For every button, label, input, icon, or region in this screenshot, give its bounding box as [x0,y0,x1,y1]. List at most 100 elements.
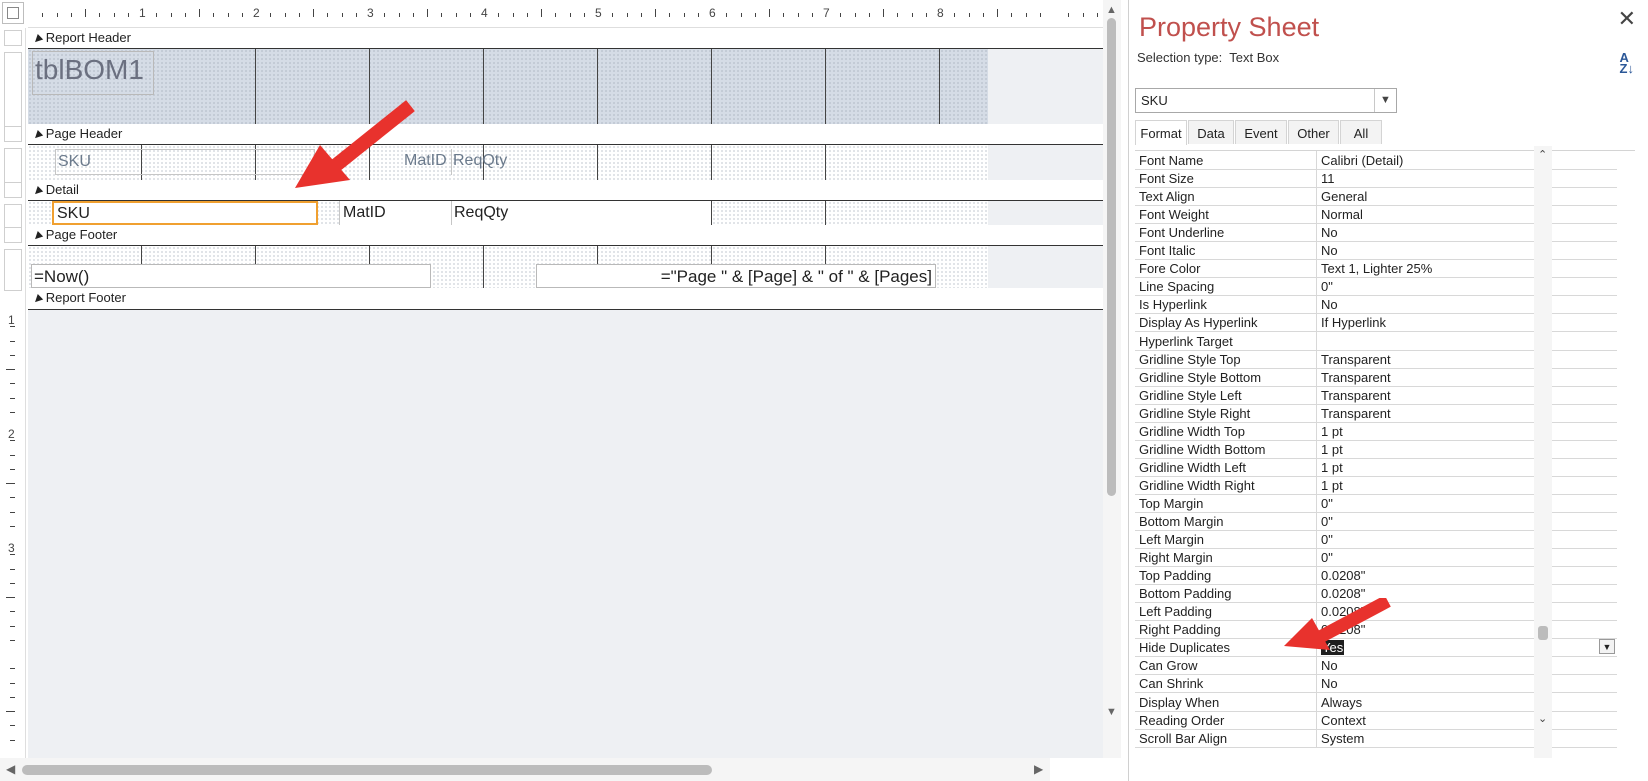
horizontal-scrollbar[interactable]: ◀ ▶ [0,758,1050,781]
tab-all[interactable]: All [1340,120,1382,144]
property-value[interactable]: No [1318,223,1617,241]
band-selector[interactable] [4,52,22,127]
vertical-scrollbar[interactable]: ▲ ▼ [1103,0,1121,758]
property-value[interactable]: 1 pt [1318,476,1617,494]
ruler-tick [925,13,927,17]
close-icon[interactable]: ✕ [1618,6,1636,32]
band-selector[interactable] [4,249,22,291]
property-value[interactable]: Context [1318,711,1617,729]
detail-sku-textbox[interactable]: SKU [52,201,318,225]
ruler-number: 4 [481,6,488,20]
property-value[interactable]: Transparent [1318,368,1617,386]
band-bar-page-footer[interactable]: ◀Page Footer [28,225,1103,246]
property-value[interactable]: No [1318,656,1617,674]
band-selector[interactable] [4,148,22,183]
scroll-up-icon[interactable]: ▲ [1106,4,1117,16]
ruler-tick [1096,13,1098,17]
vertical-ruler[interactable]: 1 2 3 [0,28,26,758]
property-grid-scrollbar[interactable]: ⌃ ⌄ [1534,146,1552,758]
report-selector[interactable] [2,2,24,24]
property-value[interactable]: 0" [1318,494,1617,512]
property-value[interactable]: General [1318,187,1617,205]
property-value[interactable]: 1 pt [1318,422,1617,440]
band-selector[interactable] [4,126,22,142]
property-value[interactable]: If Hyperlink [1318,313,1617,331]
property-value[interactable]: 0" [1318,277,1617,295]
property-value[interactable]: 0.0208" [1318,584,1617,602]
band-bar-report-header[interactable]: ◀Report Header [28,28,1103,49]
tab-format[interactable]: Format [1135,120,1187,145]
scroll-down-icon[interactable]: ▼ [1106,706,1117,718]
band-page-header[interactable]: SKU MatID ReqQty [28,145,988,180]
page-footer-now-textbox[interactable]: =Now() [31,264,431,288]
property-value[interactable]: Transparent [1318,404,1617,422]
chevron-up-icon[interactable]: ⌃ [1538,148,1547,161]
band-arrow-icon: ◀ [31,184,45,199]
property-value[interactable]: 0.0208" [1318,566,1617,584]
page-header-sku-label[interactable]: SKU [55,149,315,175]
tab-event[interactable]: Event [1235,120,1287,144]
vertical-scroll-thumb[interactable] [1107,18,1116,496]
property-value[interactable]: 1 pt [1318,440,1617,458]
property-value[interactable]: Normal [1318,205,1617,223]
property-value[interactable]: 0" [1318,512,1617,530]
property-value[interactable]: No [1318,295,1617,313]
tab-other[interactable]: Other [1288,120,1339,144]
band-report-header[interactable]: tblBOM1 [28,49,988,124]
property-value[interactable]: 1 pt [1318,458,1617,476]
horizontal-scroll-thumb[interactable] [22,765,712,775]
page-header-reqqty-label[interactable]: ReqQty [451,149,711,175]
report-title-label[interactable]: tblBOM1 [32,51,154,95]
band-selector[interactable] [4,227,22,243]
band-bar-page-header[interactable]: ◀Page Header [28,124,1103,145]
sort-az-icon[interactable]: A Z↓ [1620,51,1634,75]
ruler-tick [412,13,414,17]
chevron-down-icon[interactable]: ⌄ [1538,712,1547,725]
property-value[interactable]: No [1318,674,1617,692]
property-name: Font Size [1135,169,1317,188]
detail-reqqty-textbox[interactable]: ReqQty [451,201,711,225]
ruler-tick [113,13,115,17]
property-value[interactable]: System [1318,729,1617,747]
property-value[interactable]: No [1318,241,1617,259]
property-name: Top Padding [1135,566,1317,585]
band-detail[interactable]: SKU MatID ReqQty [28,201,988,225]
control-selector-combo[interactable]: SKU ▼ [1135,88,1397,113]
property-value[interactable]: 0.0208" [1318,602,1617,620]
property-scroll-thumb[interactable] [1538,626,1548,640]
scroll-right-icon[interactable]: ▶ [1034,762,1043,776]
property-value[interactable]: Text 1, Lighter 25% [1318,259,1617,277]
horizontal-ruler[interactable]: 1 2 3 4 5 6 7 8 [28,0,1103,28]
ruler-tick [526,13,528,17]
chevron-down-icon[interactable]: ▼ [1374,89,1396,112]
page-footer-pages-textbox[interactable]: ="Page " & [Page] & " of " & [Pages] [536,264,936,288]
property-value[interactable]: Transparent [1318,386,1617,404]
band-page-footer[interactable]: =Now() ="Page " & [Page] & " of " & [Pag… [28,246,988,288]
scroll-left-icon[interactable]: ◀ [6,762,15,776]
band-selector[interactable] [4,30,22,46]
property-grid: Font Name Calibri (Detail) Font Size 11 Text… [1135,150,1635,770]
detail-matid-textbox[interactable]: MatID [339,201,451,225]
property-value[interactable]: Transparent [1318,350,1617,368]
band-bar-report-footer[interactable]: ◀Report Footer [28,288,1103,310]
property-value[interactable]: Always [1318,693,1617,711]
property-value[interactable] [1318,332,1617,350]
page-header-matid-label[interactable]: MatID [404,152,447,170]
band-bar-detail[interactable]: ◀Detail [28,180,1103,201]
band-selector[interactable] [4,182,22,198]
ruler-tick [669,13,671,17]
tab-data[interactable]: Data [1188,120,1234,144]
property-value[interactable]: Calibri (Detail) [1318,151,1617,169]
property-value[interactable]: 0.0208" [1318,620,1617,638]
property-value[interactable]: Yes ▼ [1318,638,1617,656]
property-value[interactable]: 0" [1318,548,1617,566]
chevron-down-icon[interactable]: ▼ [1599,639,1615,655]
property-value[interactable]: 11 [1318,169,1617,187]
band-arrow-icon: ◀ [31,292,45,307]
property-value[interactable]: 0" [1318,530,1617,548]
ruler-tick [854,13,856,17]
band-selector[interactable] [4,204,22,228]
property-value-selected[interactable]: Yes [1321,640,1345,656]
ruler-tick [754,13,756,17]
property-name: Top Margin [1135,493,1317,512]
